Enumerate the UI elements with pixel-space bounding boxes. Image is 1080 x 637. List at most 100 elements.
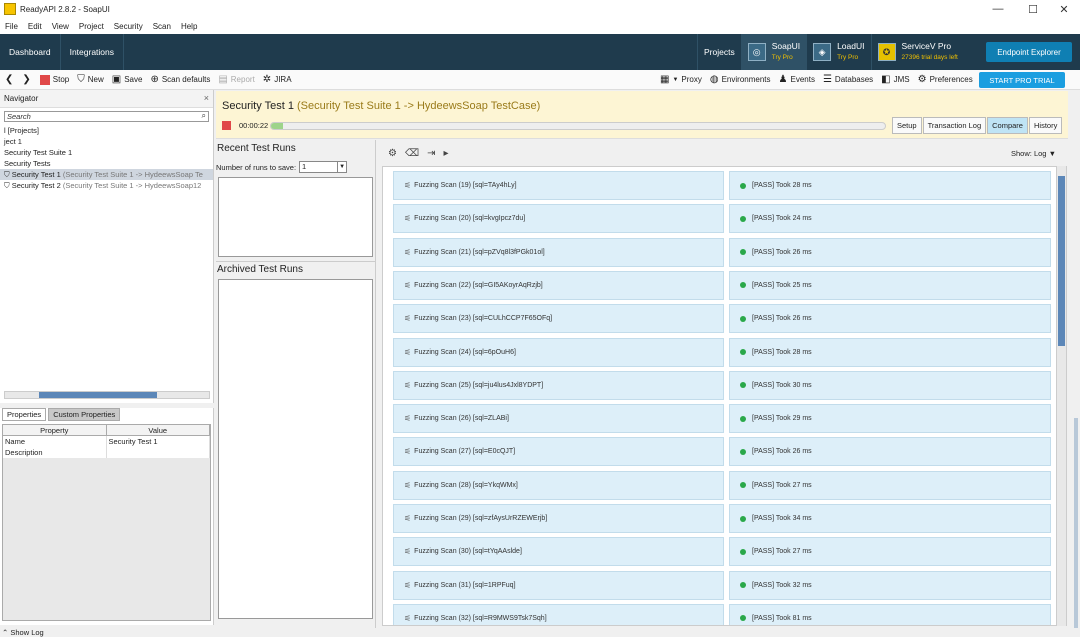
environments-button[interactable]: ◍ Environments xyxy=(710,74,771,85)
save-button[interactable]: ▣ Save xyxy=(112,74,143,85)
result-cell[interactable]: [PASS] Took 30 ms xyxy=(729,370,1051,400)
navigator-hscrollbar[interactable] xyxy=(4,391,210,399)
menu-security[interactable]: Security xyxy=(109,22,148,31)
tab-properties[interactable]: Properties xyxy=(2,408,47,421)
property-value[interactable] xyxy=(107,447,210,458)
scan-log-list[interactable]: ⚟ Fuzzing Scan (19) [sql=TAy4hLy] [PASS] T… xyxy=(382,166,1067,626)
report-button[interactable]: ▤ Report xyxy=(218,74,254,85)
list-item[interactable]: ⚟ Fuzzing Scan (19) [sql=TAy4hLy] [PASS] T… xyxy=(393,171,1051,200)
stop-run-button[interactable] xyxy=(222,121,231,130)
chevron-down-icon[interactable]: ▼ xyxy=(337,162,346,172)
projects-button[interactable]: Projects xyxy=(697,34,741,70)
scroll-thumb[interactable] xyxy=(1058,176,1065,346)
column-header[interactable]: Value xyxy=(107,425,210,435)
gear-icon[interactable]: ⚙ xyxy=(388,148,397,159)
menu-scan[interactable]: Scan xyxy=(148,22,176,31)
scroll-thumb[interactable] xyxy=(1074,418,1078,628)
window-vscrollbar[interactable] xyxy=(1072,90,1080,630)
column-header[interactable]: Property xyxy=(3,425,107,435)
list-item[interactable]: ⚟ Fuzzing Scan (21) [sql=pZVq8l3fPGk01ol]… xyxy=(393,237,1051,267)
close-button[interactable]: ✕ xyxy=(1048,0,1080,18)
scan-cell[interactable]: ⚟ Fuzzing Scan (29) [sql=zfAysUrRZEWErjb] xyxy=(393,504,724,533)
list-item[interactable]: ⚟ Fuzzing Scan (28) [sql=YkqWMx] [PASS] To… xyxy=(393,470,1051,500)
databases-button[interactable]: ☰ Databases xyxy=(823,74,873,85)
proxy-button[interactable]: ▦ ▼ Proxy xyxy=(660,74,702,85)
show-log-button[interactable]: ⌃ Show Log xyxy=(0,628,44,637)
scan-cell[interactable]: ⚟ Fuzzing Scan (32) [sql=R9MWS9Tsk7Sqh] xyxy=(393,603,724,625)
stop-button[interactable]: Stop xyxy=(39,74,69,85)
result-cell[interactable]: [PASS] Took 29 ms xyxy=(729,404,1051,434)
close-icon[interactable]: × xyxy=(204,93,209,103)
list-item[interactable]: ⚟ Fuzzing Scan (26) [sql=ZLABi] [PASS] Too… xyxy=(393,404,1051,434)
table-row[interactable]: Name Security Test 1 xyxy=(3,436,210,447)
list-item[interactable]: ⚟ Fuzzing Scan (25) [sql=ju4lus4Jxl8YDPT]… xyxy=(393,370,1051,400)
tree-item-security-test-2[interactable]: ⛉ Security Test 2 (Security Test Suite 1… xyxy=(0,180,213,191)
menu-file[interactable]: File xyxy=(0,22,23,31)
product-loadui[interactable]: ◈ LoadUI Try Pro xyxy=(806,34,870,70)
tab-history[interactable]: History xyxy=(1028,117,1063,134)
navigator-search-input[interactable]: Search ⌕ xyxy=(4,111,209,122)
tab-setup[interactable]: Setup xyxy=(892,117,922,134)
menu-project[interactable]: Project xyxy=(74,22,109,31)
export-icon[interactable]: ⇥ xyxy=(427,148,435,159)
tree-item-projects[interactable]: l [Projects] xyxy=(0,125,213,136)
result-cell[interactable]: [PASS] Took 27 ms xyxy=(729,537,1051,567)
forward-button[interactable]: ❯ xyxy=(22,74,33,85)
result-cell[interactable]: [PASS] Took 32 ms xyxy=(729,570,1051,600)
runs-to-save-select[interactable]: 1 ▼ xyxy=(299,161,348,173)
result-cell[interactable]: [PASS] Took 34 ms xyxy=(729,504,1051,533)
minimize-button[interactable]: — xyxy=(982,0,1014,18)
tree-item-security-test-1[interactable]: ⛉ Security Test 1 (Security Test Suite 1… xyxy=(0,169,213,180)
play-icon[interactable]: ▸ xyxy=(444,148,449,159)
result-cell[interactable]: [PASS] Took 26 ms xyxy=(729,304,1051,334)
property-value[interactable]: Security Test 1 xyxy=(107,436,210,447)
back-button[interactable]: ❮ xyxy=(5,74,16,85)
tree-item-project[interactable]: ject 1 xyxy=(0,136,213,147)
new-button[interactable]: ⛉ New xyxy=(77,74,104,85)
list-item[interactable]: ⚟ Fuzzing Scan (31) [sql=1RPFuq] [PASS] To… xyxy=(393,570,1051,600)
scan-cell[interactable]: ⚟ Fuzzing Scan (28) [sql=YkqWMx] xyxy=(393,470,724,500)
clear-icon[interactable]: ⌫ xyxy=(405,148,419,159)
jms-button[interactable]: ◧ JMS xyxy=(881,74,909,85)
scan-cell[interactable]: ⚟ Fuzzing Scan (22) [sql=GI5AKoyrAqRzjb] xyxy=(393,270,724,300)
jira-button[interactable]: ✲ JIRA xyxy=(263,74,292,85)
endpoint-explorer-button[interactable]: Endpoint Explorer xyxy=(986,42,1072,62)
scan-cell[interactable]: ⚟ Fuzzing Scan (24) [sql=6pOuH6] xyxy=(393,337,724,367)
tab-compare[interactable]: Compare xyxy=(987,117,1028,134)
tab-integrations[interactable]: Integrations xyxy=(61,34,125,70)
tree-item-suite[interactable]: Security Test Suite 1 xyxy=(0,147,213,158)
scan-cell[interactable]: ⚟ Fuzzing Scan (20) [sql=kvgIpcz7du] xyxy=(393,204,724,234)
list-item[interactable]: ⚟ Fuzzing Scan (20) [sql=kvgIpcz7du] [PASS… xyxy=(393,204,1051,234)
result-cell[interactable]: [PASS] Took 28 ms xyxy=(729,171,1051,200)
list-item[interactable]: ⚟ Fuzzing Scan (30) [sql=tYqAAslde] [PASS]… xyxy=(393,537,1051,567)
result-cell[interactable]: [PASS] Took 26 ms xyxy=(729,237,1051,267)
list-item[interactable]: ⚟ Fuzzing Scan (32) [sql=R9MWS9Tsk7Sqh] [P… xyxy=(393,603,1051,625)
menu-view[interactable]: View xyxy=(47,22,74,31)
menu-help[interactable]: Help xyxy=(176,22,202,31)
search-icon[interactable]: ⌕ xyxy=(202,111,206,121)
preferences-button[interactable]: ⚙ Preferences xyxy=(918,74,973,85)
scan-cell[interactable]: ⚟ Fuzzing Scan (23) [sql=CULhCCP7F65OFq] xyxy=(393,304,724,334)
scan-cell[interactable]: ⚟ Fuzzing Scan (19) [sql=TAy4hLy] xyxy=(393,171,724,200)
maximize-button[interactable]: ☐ xyxy=(1017,0,1049,18)
scroll-thumb[interactable] xyxy=(39,392,157,398)
list-item[interactable]: ⚟ Fuzzing Scan (24) [sql=6pOuH6] [PASS] To… xyxy=(393,337,1051,367)
scan-cell[interactable]: ⚟ Fuzzing Scan (26) [sql=ZLABi] xyxy=(393,404,724,434)
scan-cell[interactable]: ⚟ Fuzzing Scan (30) [sql=tYqAAslde] xyxy=(393,537,724,567)
list-item[interactable]: ⚟ Fuzzing Scan (22) [sql=GI5AKoyrAqRzjb] [… xyxy=(393,270,1051,300)
list-item[interactable]: ⚟ Fuzzing Scan (29) [sql=zfAysUrRZEWErjb]… xyxy=(393,504,1051,533)
recent-runs-list[interactable] xyxy=(218,177,373,257)
scan-cell[interactable]: ⚟ Fuzzing Scan (25) [sql=ju4lus4Jxl8YDPT] xyxy=(393,370,724,400)
list-item[interactable]: ⚟ Fuzzing Scan (27) [sql=E0cQJT] [PASS] To… xyxy=(393,437,1051,467)
result-cell[interactable]: [PASS] Took 26 ms xyxy=(729,437,1051,467)
show-filter[interactable]: Show: Log ▼ xyxy=(1011,149,1056,158)
product-servicev[interactable]: ✪ ServiceV Pro 27396 trial days left xyxy=(870,34,964,70)
scan-cell[interactable]: ⚟ Fuzzing Scan (21) [sql=pZVq8l3fPGk01ol] xyxy=(393,237,724,267)
events-button[interactable]: ♟ Events xyxy=(779,74,815,85)
product-soapui[interactable]: ◎ SoapUI Try Pro xyxy=(740,34,807,70)
table-row[interactable]: Description xyxy=(3,447,210,458)
result-cell[interactable]: [PASS] Took 25 ms xyxy=(729,270,1051,300)
result-cell[interactable]: [PASS] Took 28 ms xyxy=(729,337,1051,367)
archived-runs-list[interactable] xyxy=(218,279,373,619)
result-cell[interactable]: [PASS] Took 24 ms xyxy=(729,204,1051,234)
